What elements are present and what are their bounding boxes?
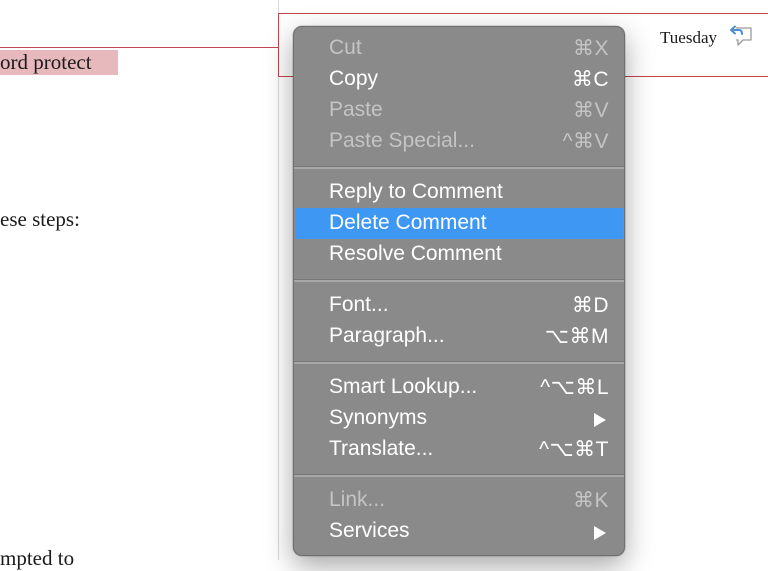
menu-item-font[interactable]: Font... ⌘D [295, 290, 623, 321]
menu-item-label: Delete Comment [329, 211, 487, 234]
menu-item-label: Smart Lookup... [329, 375, 478, 398]
context-menu: Cut ⌘X Copy ⌘C Paste ⌘V Paste Special...… [293, 26, 625, 556]
menu-item-label: Reply to Comment [329, 180, 503, 203]
menu-item-label: Copy [329, 67, 379, 90]
reply-comment-icon-svg [730, 25, 752, 46]
menu-item-paste[interactable]: Paste ⌘V [295, 95, 623, 126]
menu-item-label: Translate... [329, 437, 434, 460]
menu-item-label: Paragraph... [329, 324, 445, 347]
menu-item-synonyms[interactable]: Synonyms [295, 403, 623, 434]
document-text-line[interactable]: ese steps: [0, 207, 80, 232]
menu-separator [294, 279, 624, 282]
menu-item-label: Paste Special... [329, 129, 475, 152]
menu-item-shortcut: ⌘C [571, 68, 609, 91]
menu-item-shortcut: ⌘V [572, 99, 609, 122]
menu-separator [294, 166, 624, 169]
menu-item-label: Resolve Comment [329, 242, 502, 265]
menu-item-paragraph[interactable]: Paragraph... ⌥⌘M [295, 321, 623, 352]
comment-date: Tuesday [660, 28, 717, 47]
menu-item-shortcut: ^⌘V [562, 130, 609, 153]
menu-item-translate[interactable]: Translate... ^⌥⌘T [295, 434, 623, 465]
menu-item-label: Cut [329, 36, 362, 59]
menu-separator [294, 474, 624, 477]
document-text-line[interactable]: mpted to [0, 546, 74, 571]
menu-item-shortcut: ^⌥⌘T [539, 438, 609, 461]
document-text-highlighted[interactable]: ord protect [0, 50, 118, 75]
menu-item-cut[interactable]: Cut ⌘X [295, 33, 623, 64]
menu-item-label: Paste [329, 98, 383, 121]
comment-connector-line [0, 47, 280, 48]
menu-item-reply-to-comment[interactable]: Reply to Comment [295, 177, 623, 208]
comment-anchor-highlight[interactable]: ord protect [0, 50, 118, 75]
menu-item-shortcut: ⌥⌘M [544, 325, 609, 348]
menu-item-label: Font... [329, 293, 389, 316]
menu-item-link[interactable]: Link... ⌘K [295, 485, 623, 516]
menu-item-shortcut: ⌘K [572, 489, 609, 512]
menu-item-label: Synonyms [329, 406, 428, 429]
reply-comment-icon[interactable] [728, 24, 754, 48]
menu-item-delete-comment[interactable]: Delete Comment [295, 208, 623, 239]
menu-item-shortcut: ^⌥⌘L [540, 376, 609, 399]
chevron-right-icon [594, 413, 606, 427]
menu-item-smart-lookup[interactable]: Smart Lookup... ^⌥⌘L [295, 372, 623, 403]
menu-item-resolve-comment[interactable]: Resolve Comment [295, 239, 623, 270]
menu-item-label: Services [329, 519, 410, 542]
menu-item-shortcut: ⌘D [571, 294, 609, 317]
menu-item-services[interactable]: Services [295, 516, 623, 547]
menu-separator [294, 361, 624, 364]
menu-item-copy[interactable]: Copy ⌘C [295, 64, 623, 95]
chevron-right-icon [594, 526, 606, 540]
menu-item-paste-special[interactable]: Paste Special... ^⌘V [295, 126, 623, 157]
menu-item-shortcut: ⌘X [572, 37, 609, 60]
menu-item-label: Link... [329, 488, 386, 511]
